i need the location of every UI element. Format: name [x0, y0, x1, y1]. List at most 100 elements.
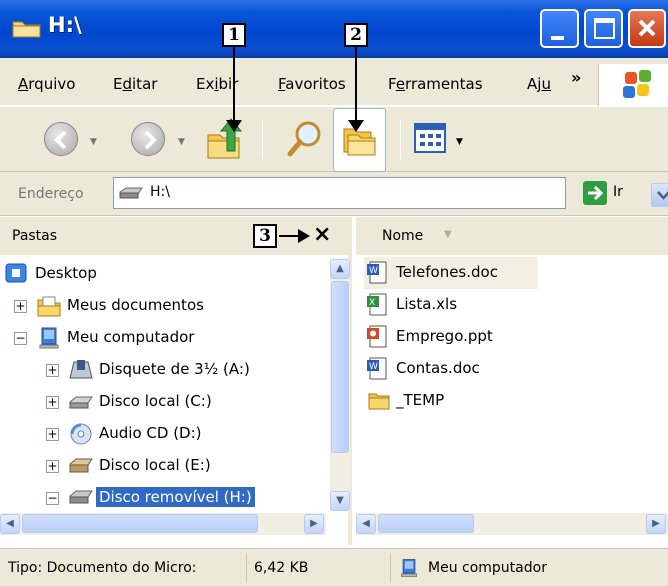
- hard-drive-icon: [69, 458, 93, 473]
- forward-button[interactable]: [131, 122, 165, 156]
- folders-vertical-scrollbar[interactable]: ▲ ▼: [330, 259, 350, 511]
- tree-item-meus-documentos[interactable]: + Meus documentos: [0, 291, 320, 323]
- window-title: H:\: [48, 13, 82, 37]
- folder-tree: Desktop + Meus documentos − Meu computad…: [0, 259, 330, 511]
- scroll-left-icon[interactable]: ◀: [356, 514, 376, 534]
- toolbar-separator: [262, 119, 263, 159]
- folders-title: Pastas: [12, 228, 58, 244]
- tree-expander[interactable]: +: [46, 364, 59, 377]
- scroll-down-icon[interactable]: ▼: [330, 491, 350, 511]
- go-button[interactable]: [583, 181, 607, 205]
- svg-text:W: W: [369, 362, 378, 372]
- tree-item-disquete[interactable]: + Disquete de 3½ (A:): [0, 355, 320, 387]
- svg-text:W: W: [369, 266, 378, 276]
- back-icon: [54, 130, 67, 150]
- file-item-emprego[interactable]: Emprego.ppt: [364, 321, 664, 353]
- views-icon[interactable]: [414, 123, 450, 155]
- callout-2: 2: [344, 23, 368, 47]
- status-location: Meu computador: [428, 560, 547, 576]
- back-button[interactable]: [44, 122, 78, 156]
- tree-expander[interactable]: −: [46, 492, 59, 505]
- tree-item-audio-cd[interactable]: + Audio CD (D:): [0, 419, 320, 451]
- close-button[interactable]: [628, 9, 666, 48]
- forward-icon: [144, 130, 157, 150]
- maximize-button[interactable]: [584, 9, 623, 48]
- menu-ajuda[interactable]: Aju: [527, 75, 551, 93]
- maximize-icon: [594, 18, 615, 39]
- chevron-down-icon: [657, 191, 668, 200]
- address-input[interactable]: H:\: [113, 177, 668, 209]
- tree-expander[interactable]: +: [46, 460, 59, 473]
- callout-2-line: [355, 47, 357, 127]
- status-bar: Tipo: Documento do Micro: 6,42 KB Meu co…: [0, 548, 668, 586]
- files-horizontal-scrollbar[interactable]: ◀ ▶: [356, 513, 668, 535]
- scroll-thumb[interactable]: [331, 281, 349, 453]
- tree-expander[interactable]: −: [14, 332, 27, 345]
- forward-dropdown-arrow[interactable]: ▼: [178, 137, 185, 147]
- callout-arrow-icon: [348, 120, 364, 132]
- search-icon[interactable]: [285, 119, 325, 159]
- removable-drive-icon: [69, 490, 93, 504]
- callout-1: 1: [222, 23, 246, 47]
- status-divider: [246, 553, 247, 583]
- tree-item-disco-removivel[interactable]: − Disco removível (H:): [0, 483, 320, 511]
- scroll-right-icon[interactable]: ▶: [646, 514, 666, 534]
- column-name[interactable]: Nome: [382, 228, 423, 244]
- word-doc-icon: W: [367, 357, 387, 380]
- tree-expander[interactable]: +: [46, 396, 59, 409]
- files-pane: Nome ▼ W Telefones.doc X Lista.xls Empre…: [356, 217, 668, 545]
- file-item-telefones[interactable]: W Telefones.doc: [364, 257, 538, 289]
- tree-item-disco-e[interactable]: + Disco local (E:): [0, 451, 320, 483]
- back-dropdown-arrow[interactable]: ▼: [90, 137, 97, 147]
- toolbar-separator: [400, 119, 401, 159]
- address-bar: Endereço H:\ Ir: [0, 172, 668, 216]
- menu-ferramentas[interactable]: Ferramentas: [388, 75, 483, 93]
- powerpoint-ppt-icon: [367, 325, 387, 348]
- address-label: Endereço: [18, 186, 84, 202]
- file-item-temp[interactable]: _TEMP: [364, 385, 664, 417]
- hard-drive-icon: [69, 396, 93, 409]
- tree-item-desktop[interactable]: Desktop: [0, 259, 320, 291]
- callout-arrow-icon: [298, 229, 310, 243]
- tree-expander[interactable]: +: [46, 428, 59, 441]
- folders-pane: Pastas × Desktop + Meus documentos − Meu…: [0, 217, 352, 545]
- menu-favoritos[interactable]: Favoritos: [278, 75, 346, 93]
- status-type: Tipo: Documento do Micro:: [8, 560, 197, 576]
- scroll-left-icon[interactable]: ◀: [0, 514, 20, 534]
- scroll-thumb[interactable]: [378, 514, 474, 533]
- desktop-icon: [5, 263, 27, 283]
- menu-bar: Arquivo Editar Exibir Favoritos Ferramen…: [0, 58, 668, 106]
- title-bar[interactable]: H:\: [0, 0, 668, 58]
- callout-1-line: [233, 47, 235, 127]
- status-size: 6,42 KB: [254, 560, 309, 576]
- menu-arquivo[interactable]: Arquivo: [18, 75, 75, 93]
- my-computer-icon: [400, 559, 418, 577]
- windows-logo: [598, 64, 668, 106]
- excel-xls-icon: X: [367, 293, 387, 316]
- folders-button[interactable]: [333, 108, 386, 172]
- tree-item-disco-c[interactable]: + Disco local (C:): [0, 387, 320, 419]
- close-icon: [638, 19, 656, 37]
- address-dropdown-button[interactable]: [651, 183, 668, 207]
- minimize-button[interactable]: [540, 9, 579, 48]
- scroll-thumb[interactable]: [22, 514, 258, 533]
- file-item-lista[interactable]: X Lista.xls: [364, 289, 664, 321]
- cd-icon: [70, 423, 92, 445]
- views-dropdown-arrow[interactable]: ▼: [456, 137, 463, 147]
- folders-horizontal-scrollbar[interactable]: ◀ ▶: [0, 513, 326, 535]
- removable-drive-icon: [119, 187, 143, 199]
- sort-arrow-icon: ▼: [444, 229, 452, 240]
- menu-more-chevron[interactable]: »: [571, 68, 581, 87]
- my-computer-icon: [39, 327, 59, 349]
- go-label[interactable]: Ir: [613, 184, 623, 200]
- menu-editar[interactable]: Editar: [113, 75, 157, 93]
- my-documents-icon: [37, 296, 61, 317]
- files-column-header[interactable]: Nome ▼: [356, 217, 668, 255]
- tree-expander[interactable]: +: [14, 300, 27, 313]
- scroll-right-icon[interactable]: ▶: [304, 514, 324, 534]
- scroll-up-icon[interactable]: ▲: [330, 259, 350, 279]
- status-divider: [390, 553, 391, 583]
- tree-item-meu-computador[interactable]: − Meu computador: [0, 323, 320, 355]
- file-item-contas[interactable]: W Contas.doc: [364, 353, 664, 385]
- folders-close-button[interactable]: ×: [313, 222, 331, 247]
